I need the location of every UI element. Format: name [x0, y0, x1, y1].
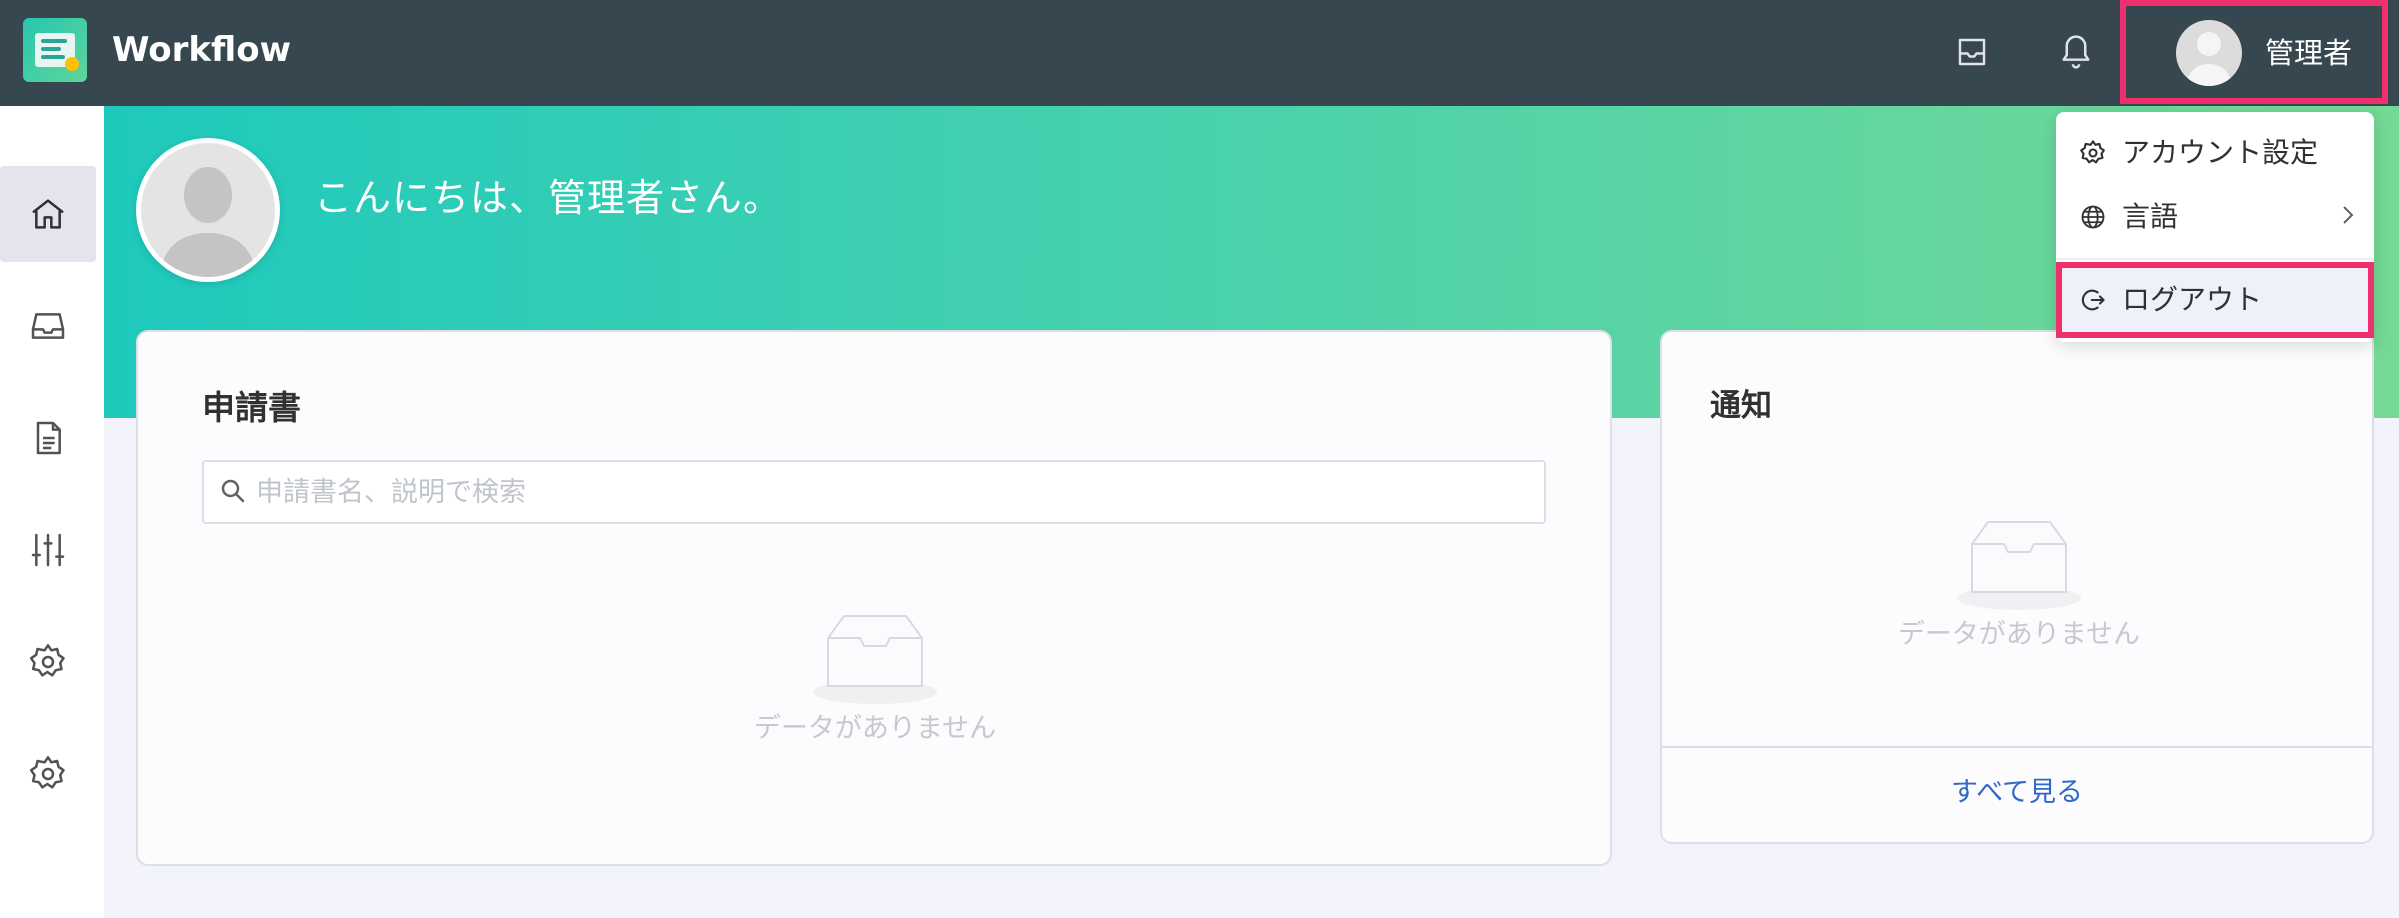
menu-item-label: アカウント設定	[2122, 136, 2319, 169]
sidebar-item-home[interactable]	[0, 166, 96, 262]
applications-title: 申請書	[202, 388, 301, 427]
greeting-text: こんにちは、管理者さん。	[314, 176, 783, 220]
user-name: 管理者	[2265, 36, 2353, 70]
notifications-title: 通知	[1710, 388, 1772, 424]
gear-icon	[2078, 138, 2108, 168]
inbox-icon	[31, 313, 65, 339]
menu-item-language[interactable]: 言語	[2056, 188, 2374, 246]
document-icon	[36, 421, 61, 455]
menu-item-label: 言語	[2122, 200, 2179, 233]
home-icon	[32, 199, 64, 229]
menu-item-logout[interactable]: ログアウト	[2056, 262, 2374, 338]
sidebar	[0, 106, 104, 918]
menu-item-account-settings[interactable]: アカウント設定	[2056, 124, 2374, 182]
sidebar-item-documents[interactable]	[0, 390, 96, 486]
chevron-right-icon	[2340, 201, 2356, 234]
avatar	[136, 138, 280, 282]
empty-text: データがありません	[753, 713, 997, 744]
view-all-link[interactable]: すべて見る	[1862, 774, 2172, 812]
globe-icon	[2078, 202, 2108, 232]
sidebar-item-settings[interactable]	[0, 614, 96, 710]
empty-box-icon	[810, 610, 940, 706]
sidebar-item-settings-sliders[interactable]	[0, 502, 96, 598]
app-logo-icon[interactable]	[23, 18, 87, 82]
notifications-card: 通知 データがありません すべて見る	[1660, 330, 2374, 844]
gear-icon	[29, 756, 65, 789]
sidebar-item-admin-settings[interactable]	[0, 726, 96, 822]
avatar	[2176, 20, 2242, 86]
user-menu-trigger[interactable]: 管理者	[2120, 0, 2388, 104]
inbox-icon[interactable]	[1948, 28, 1996, 76]
app-title[interactable]: Workflow	[112, 24, 291, 76]
search-input[interactable]: 申請書名、説明で検索	[202, 460, 1546, 524]
search-placeholder: 申請書名、説明で検索	[256, 477, 526, 508]
divider	[1662, 746, 2372, 748]
sidebar-item-inbox[interactable]	[0, 278, 96, 374]
empty-text: データがありません	[1897, 619, 2141, 650]
menu-item-label: ログアウト	[2122, 283, 2263, 316]
user-dropdown-menu: アカウント設定 言語 ログアウト	[2056, 112, 2374, 342]
empty-box-icon	[1954, 516, 2084, 612]
search-icon	[218, 476, 250, 508]
sliders-icon	[31, 533, 65, 567]
top-header: Workflow 管理者	[0, 0, 2399, 106]
applications-card: 申請書 申請書名、説明で検索 データがありません	[136, 330, 1612, 866]
bell-icon[interactable]	[2052, 28, 2100, 76]
gear-icon	[29, 644, 65, 677]
logout-icon	[2078, 285, 2108, 315]
menu-divider	[2056, 258, 2374, 260]
